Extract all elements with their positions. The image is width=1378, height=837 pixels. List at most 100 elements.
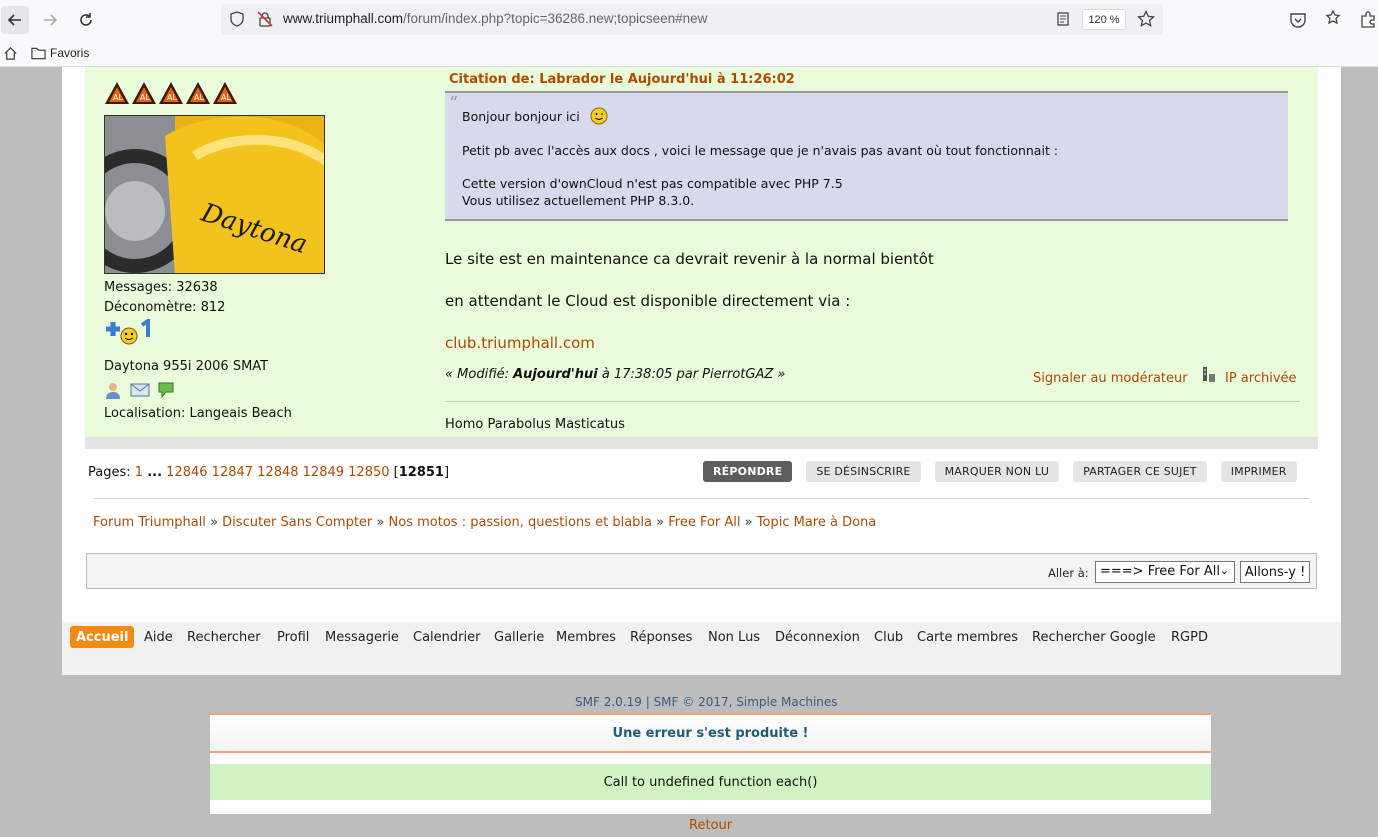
breadcrumb: Forum Triumphall » Discuter Sans Compter…: [93, 515, 877, 530]
topic-actions: RÉPONDRE SE DÉSINSCRIRE MARQUER NON LU P…: [703, 461, 1311, 482]
nav-club[interactable]: Club: [868, 626, 909, 648]
error-footer: [210, 800, 1211, 814]
smf-copyright: SMF 2.0.19 | SMF © 2017, Simple Machines: [575, 695, 838, 709]
nav-rechercher[interactable]: Rechercher: [181, 626, 267, 648]
reply-button[interactable]: RÉPONDRE: [703, 461, 793, 482]
current-page: 12851: [398, 465, 444, 480]
page-link[interactable]: 12850: [348, 465, 389, 480]
quote-line-1: Bonjour bonjour ici: [462, 107, 608, 128]
page-link[interactable]: 1: [135, 465, 143, 480]
nav-carte-membres[interactable]: Carte membres: [911, 626, 1024, 648]
poster-location: Localisation: Langeais Beach: [104, 406, 292, 421]
jump-to-box: Aller à: ===> Free For All ⌄ Allons-y !: [86, 553, 1317, 589]
post-bottom-bar: [85, 437, 1318, 449]
quote-mark-icon: “: [449, 93, 459, 114]
simple-machines-link[interactable]: Simple Machines: [736, 695, 837, 709]
breadcrumb-item[interactable]: Nos motos : passion, questions et blabla: [389, 515, 652, 530]
error-message: Call to undefined function each(): [210, 764, 1211, 800]
nav-messagerie[interactable]: Messagerie: [319, 626, 405, 648]
nav-profil[interactable]: Profil: [271, 626, 315, 648]
quote-line-3: Cette version d'ownCloud n'est pas compa…: [462, 176, 843, 191]
page-link[interactable]: 12846: [166, 465, 207, 480]
divider: [93, 498, 1309, 499]
rank-icon: AL: [104, 81, 130, 105]
reload-icon[interactable]: [72, 6, 100, 34]
mark-unread-button[interactable]: MARQUER NON LU: [934, 461, 1060, 482]
breadcrumb-item[interactable]: Topic Mare à Dona: [757, 515, 876, 530]
poster-cut-text: [104, 59, 304, 69]
nav-gallerie[interactable]: Gallerie: [488, 626, 550, 648]
forward-icon[interactable]: [36, 6, 64, 34]
quote-line-4: Vous utilisez actuellement PHP 8.3.0.: [462, 193, 695, 208]
star-icon[interactable]: [1137, 9, 1155, 32]
print-button[interactable]: IMPRIMER: [1220, 461, 1297, 482]
signature: Homo Parabolus Masticatus: [445, 417, 625, 432]
breadcrumb-item[interactable]: Free For All: [668, 515, 740, 530]
insecure-lock-icon[interactable]: [257, 11, 273, 31]
puzzle-icon[interactable]: [1359, 10, 1377, 32]
report-to-moderator-link[interactable]: Signaler au modérateur: [1033, 371, 1188, 386]
poster-deconometre: Déconomètre: 812: [104, 300, 226, 315]
ip-archived[interactable]: IP archivée: [1225, 371, 1297, 386]
svg-text:AL: AL: [194, 93, 204, 102]
bookmark-favoris[interactable]: Favoris: [50, 46, 89, 60]
page-link[interactable]: 12849: [303, 465, 344, 480]
error-spacer: [210, 753, 1211, 764]
profile-icon[interactable]: [104, 381, 124, 399]
page-link[interactable]: 12847: [212, 465, 253, 480]
cloud-link[interactable]: club.triumphall.com: [445, 334, 595, 352]
extension-icon[interactable]: [1324, 9, 1342, 32]
error-title: Une erreur s'est produite !: [210, 713, 1211, 753]
nav-aide[interactable]: Aide: [138, 626, 179, 648]
pocket-icon[interactable]: [1289, 11, 1307, 33]
chevron-down-icon: ⌄: [1219, 564, 1229, 577]
poster-messages: Messages: 32638: [104, 280, 218, 295]
browser-toolbar: www.triumphall.com/forum/index.php?topic…: [0, 0, 1378, 40]
email-icon[interactable]: [130, 381, 150, 399]
back-link[interactable]: Retour: [689, 818, 732, 833]
smf-license-link[interactable]: SMF © 2017,: [654, 695, 733, 709]
zoom-level[interactable]: 120 %: [1082, 9, 1126, 30]
signature-separator: [445, 401, 1300, 402]
nav-membres[interactable]: Membres: [550, 626, 622, 648]
nav-rechercher-google[interactable]: Rechercher Google: [1026, 626, 1162, 648]
address-bar[interactable]: www.triumphall.com/forum/index.php?topic…: [221, 4, 1163, 35]
breadcrumb-item[interactable]: Discuter Sans Compter: [222, 515, 372, 530]
avatar[interactable]: Daytona: [104, 115, 325, 274]
footer-nav: Accueil Aide Rechercher Profil Messageri…: [62, 622, 1341, 675]
ip-icon: [1201, 366, 1219, 388]
reader-view-icon[interactable]: [1055, 11, 1071, 31]
rank-icon: AL: [158, 81, 184, 105]
url-text[interactable]: www.triumphall.com/forum/index.php?topic…: [283, 11, 707, 26]
quote-line-2: Petit pb avec l'accès aux docs , voici l…: [462, 143, 1059, 158]
nav-deconnexion[interactable]: Déconnexion: [769, 626, 866, 648]
poster-bike: Daytona 955i 2006 SMAT: [104, 359, 269, 374]
post-body-line-1: Le site est en maintenance ca devrait re…: [445, 250, 934, 268]
jump-label: Aller à:: [1048, 566, 1089, 580]
rank-icon: AL: [212, 81, 238, 105]
svg-text:AL: AL: [113, 93, 123, 102]
nav-accueil[interactable]: Accueil: [70, 626, 135, 648]
breadcrumb-item[interactable]: Forum Triumphall: [93, 515, 206, 530]
home-icon[interactable]: [3, 46, 18, 65]
page-link[interactable]: 12848: [257, 465, 298, 480]
folder-icon: [31, 46, 46, 64]
smiley-icon: [590, 107, 608, 128]
nav-non-lus[interactable]: Non Lus: [702, 626, 766, 648]
nav-rgpd[interactable]: RGPD: [1165, 626, 1214, 648]
karma-icons: [104, 317, 154, 349]
smf-version-link[interactable]: SMF 2.0.19: [575, 695, 642, 709]
jump-go-button[interactable]: Allons-y !: [1240, 561, 1310, 583]
post-body-line-2: en attendant le Cloud est disponible dir…: [445, 292, 851, 310]
share-topic-button[interactable]: PARTAGER CE SUJET: [1073, 461, 1207, 482]
post: AL AL AL AL AL Daytona Messages: 32638 D…: [85, 67, 1318, 445]
quote-header[interactable]: Citation de: Labrador le Aujourd'hui à 1…: [449, 72, 795, 87]
pm-icon[interactable]: [156, 381, 176, 399]
rank-icon: AL: [131, 81, 157, 105]
back-icon[interactable]: [1, 6, 29, 34]
nav-reponses[interactable]: Réponses: [624, 626, 698, 648]
shield-icon[interactable]: [229, 11, 245, 31]
jump-select[interactable]: ===> Free For All ⌄: [1095, 561, 1235, 583]
unsubscribe-button[interactable]: SE DÉSINSCRIRE: [806, 461, 921, 482]
nav-calendrier[interactable]: Calendrier: [407, 626, 486, 648]
